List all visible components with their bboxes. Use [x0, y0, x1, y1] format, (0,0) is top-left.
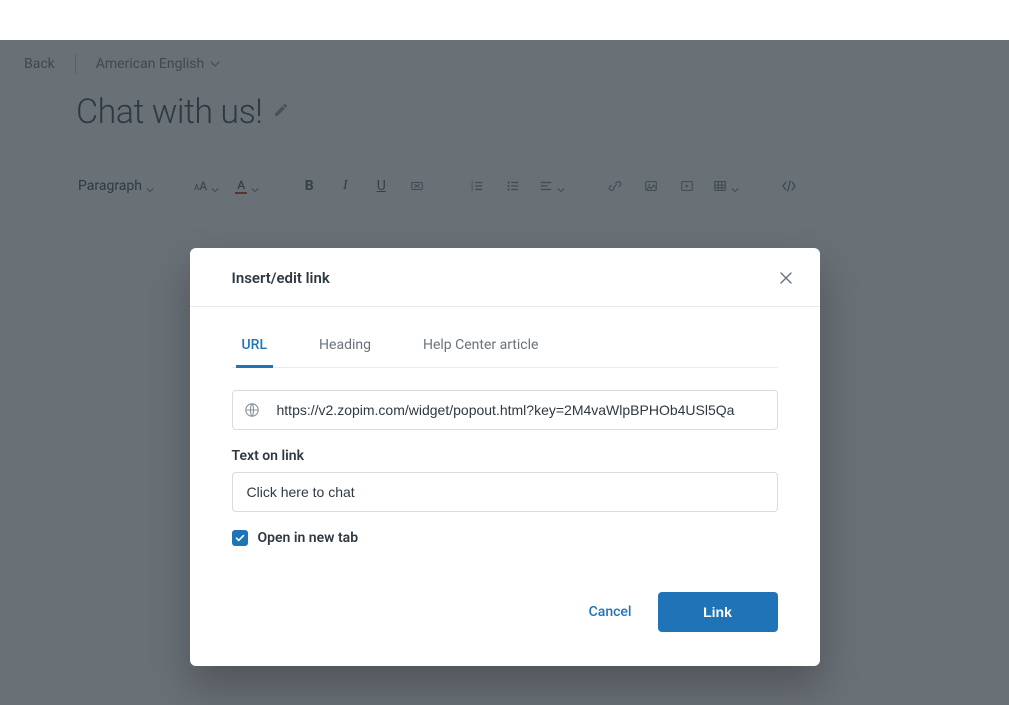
open-new-tab-label: Open in new tab — [258, 530, 359, 546]
cancel-button[interactable]: Cancel — [583, 594, 638, 630]
open-new-tab-checkbox[interactable] — [232, 530, 248, 546]
globe-icon — [244, 402, 260, 418]
modal-body: URL Heading Help Center article Text on … — [190, 307, 820, 562]
check-icon — [235, 533, 245, 543]
close-icon — [779, 271, 793, 285]
link-submit-button[interactable]: Link — [658, 592, 778, 632]
page-root: Back American English Chat with us! Para… — [0, 40, 1009, 705]
link-tabs: URL Heading Help Center article — [232, 323, 778, 368]
text-on-link-input[interactable] — [232, 472, 778, 512]
close-button[interactable] — [776, 268, 796, 288]
open-new-tab-row: Open in new tab — [232, 530, 778, 546]
url-field-row — [232, 390, 778, 430]
modal-footer: Cancel Link — [190, 562, 820, 666]
text-on-link-label: Text on link — [232, 448, 778, 464]
modal-header: Insert/edit link — [190, 248, 820, 307]
tab-help-center-article[interactable]: Help Center article — [417, 323, 544, 368]
text-on-link-row — [232, 472, 778, 512]
modal-overlay: Insert/edit link URL Heading Help Center… — [0, 40, 1009, 705]
tab-heading[interactable]: Heading — [313, 323, 377, 368]
modal-title: Insert/edit link — [232, 269, 330, 287]
insert-link-modal: Insert/edit link URL Heading Help Center… — [190, 248, 820, 666]
url-input[interactable] — [232, 390, 778, 430]
tab-url[interactable]: URL — [236, 323, 274, 368]
